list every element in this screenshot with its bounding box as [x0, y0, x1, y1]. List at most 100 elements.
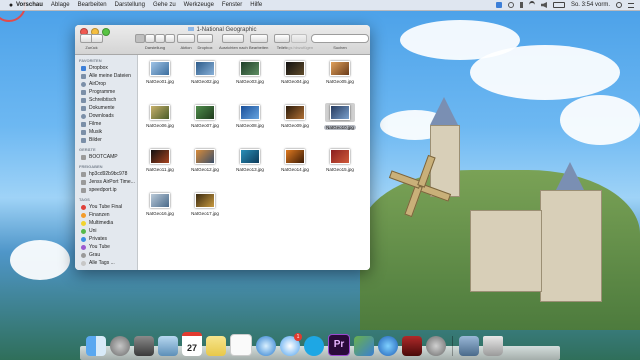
view-columns-button[interactable]	[155, 34, 165, 43]
itunes-icon[interactable]	[378, 336, 398, 356]
file-item[interactable]: NatGeo01.jpg	[140, 61, 180, 95]
file-item[interactable]: NatGeo03.jpg	[230, 61, 270, 95]
sidebar-item-music[interactable]: Musik	[75, 128, 137, 136]
menu-item[interactable]: Ablage	[51, 2, 70, 8]
calendar-icon[interactable]: 27	[182, 332, 202, 356]
safari-icon[interactable]	[256, 336, 276, 356]
menu-item[interactable]: Bearbeiten	[78, 2, 107, 8]
image-thumbnail	[240, 105, 260, 120]
image-thumbnail	[285, 105, 305, 120]
desktop-icon	[81, 97, 86, 103]
skype-icon[interactable]	[304, 336, 324, 356]
tags-button[interactable]	[290, 34, 307, 43]
forward-button[interactable]	[92, 34, 103, 43]
sidebar-item-movies[interactable]: Filme	[75, 120, 137, 128]
dropbox-button[interactable]	[197, 34, 213, 43]
image-thumbnail	[150, 105, 170, 120]
file-item[interactable]: NatGeo09.jpg	[275, 105, 315, 139]
sidebar-item-bootcamp[interactable]: BOOTCAMP	[75, 153, 137, 161]
edit-button[interactable]	[249, 34, 268, 43]
file-item[interactable]: NatGeo02.jpg	[185, 61, 225, 95]
sidebar-item-tag[interactable]: Privates	[75, 235, 137, 243]
file-item[interactable]: NatGeo04.jpg	[275, 61, 315, 95]
sidebar-item-desktop[interactable]: Schreibtisch	[75, 96, 137, 104]
sidebar-item-tag[interactable]: You Tube	[75, 243, 137, 251]
reminders-icon[interactable]	[230, 334, 252, 356]
menu-item[interactable]: Fenster	[222, 2, 242, 8]
sidebar-item-tag[interactable]: Finanzen	[75, 211, 137, 219]
menu-app-name[interactable]: Vorschau	[16, 2, 43, 8]
network-computer-icon	[81, 179, 86, 185]
notes-icon[interactable]	[206, 336, 226, 356]
sidebar-item-shared[interactable]: speedport.ip	[75, 186, 137, 194]
file-item[interactable]: NatGeo15.jpg	[320, 149, 360, 183]
sidebar-item-shared[interactable]: hp3cd92b9bc978	[75, 170, 137, 178]
sidebar-item-tag[interactable]: You Tube Final	[75, 203, 137, 211]
photos-icon[interactable]	[354, 336, 374, 356]
sidebar-item-documents[interactable]: Dokumente	[75, 104, 137, 112]
file-name: NatGeo17.jpg	[191, 211, 219, 216]
sidebar-item-tag[interactable]: Uni	[75, 227, 137, 235]
window-titlebar[interactable]: 1-National Geographic Zurück Darstellung	[75, 25, 370, 55]
spotlight-search-icon[interactable]	[616, 2, 622, 8]
file-item[interactable]: NatGeo08.jpg	[230, 105, 270, 139]
sidebar-item-airdrop[interactable]: AirDrop	[75, 80, 137, 88]
sidebar-item-label: Dokumente	[89, 105, 115, 111]
file-item[interactable]: NatGeo05.jpg	[320, 61, 360, 95]
messages-icon[interactable]: 1	[280, 333, 302, 356]
apple-menu-icon[interactable]: ●	[6, 2, 16, 9]
file-item-selected[interactable]: NatGeo10.jpg	[320, 103, 360, 139]
wifi-icon[interactable]	[528, 1, 535, 9]
notification-center-icon[interactable]	[628, 2, 634, 8]
view-list-button[interactable]	[145, 34, 155, 43]
file-item[interactable]: NatGeo16.jpg	[140, 193, 180, 227]
search-input[interactable]	[311, 34, 369, 43]
sidebar-item-tag[interactable]: Grau	[75, 251, 137, 259]
file-item[interactable]: NatGeo17.jpg	[185, 193, 225, 227]
sidebar-item-tag[interactable]: Multimedia	[75, 219, 137, 227]
network-computer-icon	[81, 187, 86, 193]
file-item[interactable]: NatGeo14.jpg	[275, 149, 315, 183]
menubar-clock[interactable]: So. 3:54 vorm.	[571, 2, 610, 8]
arrange-button[interactable]	[222, 34, 245, 43]
preview-icon[interactable]	[158, 336, 178, 356]
photo-booth-icon[interactable]	[402, 336, 422, 356]
mission-control-icon[interactable]	[134, 336, 154, 356]
view-icons-button[interactable]	[135, 34, 145, 43]
sidebar-header-devices: GERÄTE	[79, 147, 96, 152]
sidebar-item-label: Dropbox	[89, 65, 108, 71]
sidebar-item-label: speedport.ip	[89, 187, 117, 193]
sidebar-item-dropbox[interactable]: Dropbox	[75, 64, 137, 72]
file-item[interactable]: NatGeo11.jpg	[140, 149, 180, 183]
sidebar-item-all-files[interactable]: Alle meine Dateien	[75, 72, 137, 80]
sidebar-item-downloads[interactable]: Downloads	[75, 112, 137, 120]
launchpad-icon[interactable]	[110, 336, 130, 356]
back-button[interactable]	[80, 34, 92, 43]
downloads-stack-icon[interactable]	[459, 336, 479, 356]
sidebar-item-pictures[interactable]: Bilder	[75, 136, 137, 144]
status-area: So. 3:54 vorm.	[495, 1, 634, 9]
dropbox-status-icon[interactable]	[495, 2, 502, 8]
trash-icon[interactable]	[483, 336, 503, 356]
file-item[interactable]: NatGeo12.jpg	[185, 149, 225, 183]
file-item[interactable]: NatGeo07.jpg	[185, 105, 225, 139]
sidebar-item-shared[interactable]: Jenss AirPort Time...	[75, 178, 137, 186]
menu-item[interactable]: Werkzeuge	[184, 2, 214, 8]
file-item[interactable]: NatGeo06.jpg	[140, 105, 180, 139]
menu-item[interactable]: Gehe zu	[153, 2, 176, 8]
file-name: NatGeo09.jpg	[281, 123, 309, 128]
volume-icon[interactable]	[540, 2, 547, 8]
sidebar-item-applications[interactable]: Programme	[75, 88, 137, 96]
action-gear-button[interactable]	[177, 34, 195, 43]
system-preferences-icon[interactable]	[426, 336, 446, 356]
premiere-pro-icon[interactable]: Pr	[328, 334, 350, 356]
timemachine-icon[interactable]	[507, 2, 514, 8]
menu-item[interactable]: Hilfe	[250, 2, 262, 8]
file-item[interactable]: NatGeo13.jpg	[230, 149, 270, 183]
bluetooth-icon[interactable]	[519, 2, 523, 8]
finder-icon[interactable]	[86, 336, 106, 356]
view-coverflow-button[interactable]	[165, 34, 175, 43]
sidebar-item-tag[interactable]: Alle Tags ...	[75, 259, 137, 267]
menu-item[interactable]: Darstellung	[115, 2, 145, 8]
battery-icon[interactable]	[552, 2, 565, 8]
